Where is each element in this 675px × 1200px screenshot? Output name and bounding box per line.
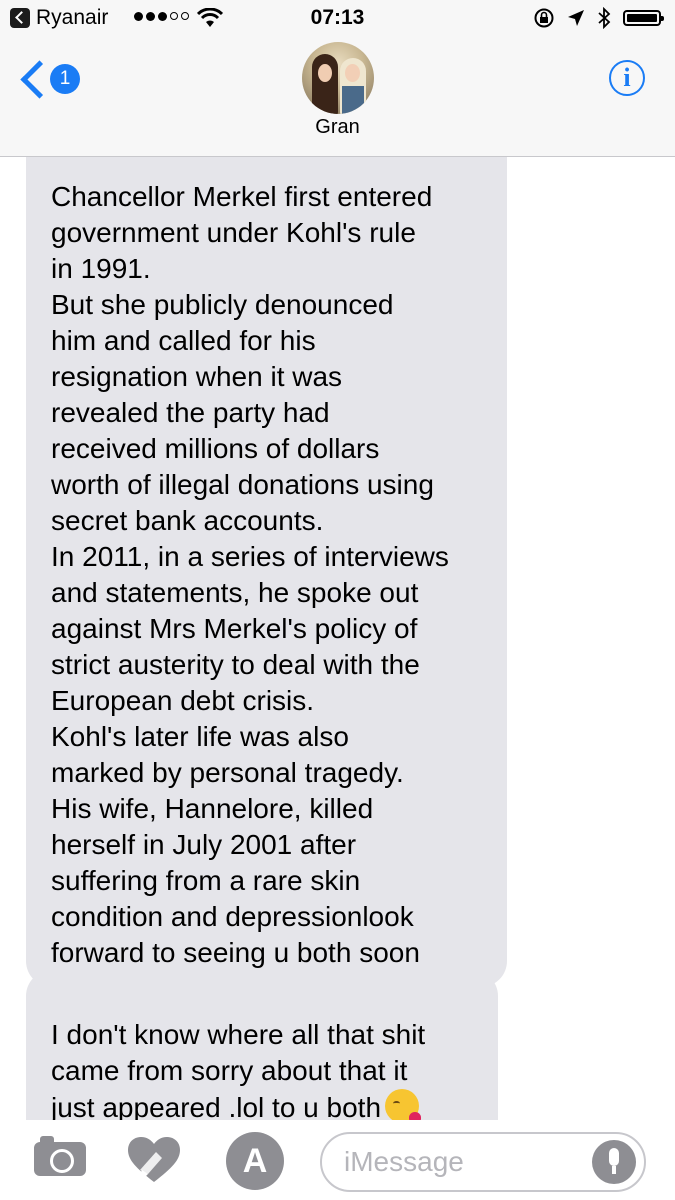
conversation-header: 1 Gran i [0, 38, 675, 157]
message-text: Chancellor Merkel first entered governme… [51, 181, 449, 968]
carrier-name: Ryanair [36, 6, 109, 29]
message-bubble-incoming[interactable]: I don't know where all that shit came fr… [26, 970, 498, 1120]
signal-strength-icon [134, 12, 189, 21]
app-store-icon[interactable]: A [226, 1132, 284, 1190]
camera-icon[interactable] [34, 1136, 86, 1176]
message-list[interactable]: Chancellor Merkel first entered governme… [0, 157, 675, 1120]
status-bar: Ryanair 07:13 [0, 0, 675, 38]
back-button[interactable]: 1 [18, 60, 88, 100]
wifi-icon [197, 8, 223, 27]
message-bubble-incoming[interactable]: Chancellor Merkel first entered governme… [26, 157, 507, 987]
unread-badge: 1 [50, 64, 80, 94]
battery-icon [623, 10, 664, 26]
contact-name[interactable]: Gran [0, 116, 675, 139]
bluetooth-icon [598, 7, 611, 29]
compose-bar: A [0, 1120, 675, 1200]
orientation-lock-icon [534, 8, 554, 28]
back-to-app-icon[interactable] [10, 8, 30, 28]
kiss-face-emoji-icon [385, 1089, 422, 1120]
message-text: I don't know where all that shit came fr… [51, 1019, 426, 1120]
microphone-icon[interactable] [592, 1140, 636, 1184]
digital-touch-heart-icon[interactable] [126, 1136, 182, 1184]
info-button[interactable]: i [609, 60, 645, 96]
location-arrow-icon [568, 10, 584, 26]
contact-avatar[interactable] [302, 42, 374, 114]
